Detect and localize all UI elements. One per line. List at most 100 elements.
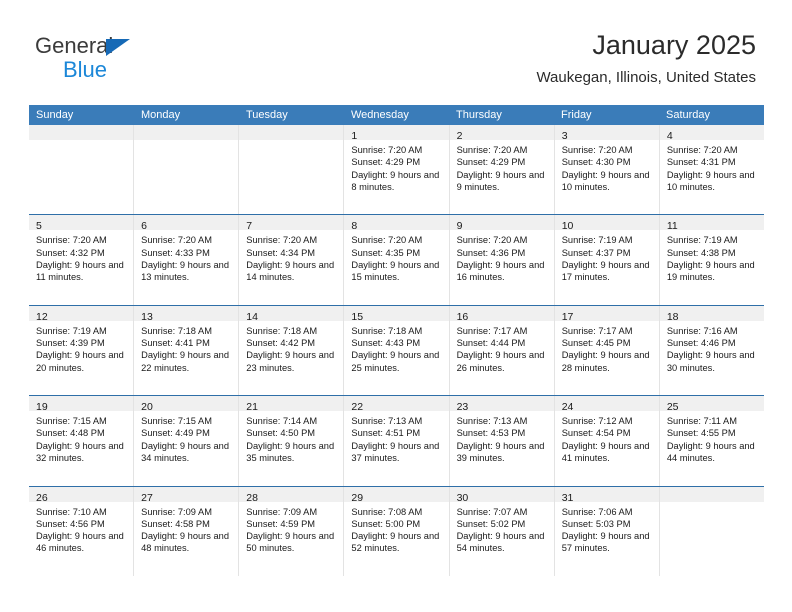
sunrise-text: Sunrise: 7:17 AM <box>561 325 633 336</box>
calendar-day-cell[interactable]: 17 Sunrise: 7:17 AM Sunset: 4:45 PM Dayligh… <box>554 305 660 396</box>
calendar-day-cell[interactable]: 30 Sunrise: 7:07 AM Sunset: 5:02 PM Dayligh… <box>449 486 555 576</box>
sunset-text: Sunset: 4:35 PM <box>351 247 421 258</box>
calendar-day-cell[interactable]: 21 Sunrise: 7:14 AM Sunset: 4:50 PM Dayligh… <box>239 396 345 486</box>
day-number: 15 <box>351 310 364 323</box>
sunrise-text: Sunrise: 7:12 AM <box>561 416 633 427</box>
page-subtitle: Waukegan, Illinois, United States <box>536 69 756 86</box>
calendar-day-cell[interactable]: 9 Sunrise: 7:20 AM Sunset: 4:36 PM Daylight… <box>449 215 555 305</box>
sunrise-text: Sunrise: 7:13 AM <box>351 416 423 427</box>
general-blue-logo[interactable]: General Blue <box>35 33 265 89</box>
sunset-text: Sunset: 4:45 PM <box>561 338 631 349</box>
calendar-day-cell[interactable]: 29 Sunrise: 7:08 AM Sunset: 5:00 PM Dayligh… <box>344 486 450 576</box>
calendar-grid: Sunday Monday Tuesday Wednesday Thursday… <box>29 105 764 576</box>
calendar-week-row: 19 Sunrise: 7:15 AM Sunset: 4:48 PM Dayligh… <box>29 395 764 486</box>
calendar-day-cell[interactable]: 26 Sunrise: 7:10 AM Sunset: 4:56 PM Dayligh… <box>29 486 135 576</box>
sunrise-text: Sunrise: 7:18 AM <box>141 325 212 336</box>
day-sun-info: Sunrise: 7:20 AM Sunset: 4:33 PM Daylight:… <box>134 230 238 283</box>
day-number: 16 <box>456 310 469 323</box>
day-number-bar: 2 <box>449 125 554 142</box>
calendar-day-cell-empty <box>134 125 240 215</box>
day-number-bar: 14 <box>239 305 344 323</box>
weekday-saturday: Saturday <box>666 109 711 121</box>
calendar-day-cell[interactable]: 12 Sunrise: 7:19 AM Sunset: 4:39 PM Dayligh… <box>29 305 135 396</box>
day-number: 22 <box>351 401 364 414</box>
calendar-day-cell[interactable]: 16 Sunrise: 7:17 AM Sunset: 4:44 PM Dayligh… <box>449 305 555 396</box>
calendar-day-cell[interactable]: 27 Sunrise: 7:09 AM Sunset: 4:58 PM Dayligh… <box>134 486 240 576</box>
calendar-day-cell[interactable]: 15 Sunrise: 7:18 AM Sunset: 4:43 PM Dayligh… <box>344 305 450 396</box>
title-block: January 2025 Waukegan, Illinois, United … <box>536 28 756 87</box>
weekday-thursday: Thursday <box>456 109 502 121</box>
calendar-day-cell[interactable]: 22 Sunrise: 7:13 AM Sunset: 4:51 PM Dayligh… <box>344 396 450 486</box>
daylight-text: Daylight: 9 hours and 14 minutes. <box>246 259 335 283</box>
calendar-day-cell[interactable]: 18 Sunrise: 7:16 AM Sunset: 4:46 PM Dayligh… <box>659 305 764 396</box>
day-number: 9 <box>456 220 463 233</box>
day-number: 5 <box>36 220 42 233</box>
calendar-day-cell[interactable]: 11 Sunrise: 7:19 AM Sunset: 4:38 PM Dayligh… <box>659 215 764 305</box>
sunset-text: Sunset: 4:59 PM <box>246 518 316 529</box>
sunset-text: Sunset: 4:53 PM <box>456 428 526 439</box>
day-number-bar: 11 <box>659 215 764 232</box>
sunset-text: Sunset: 4:44 PM <box>456 338 526 349</box>
calendar-day-cell[interactable]: 14 Sunrise: 7:18 AM Sunset: 4:42 PM Dayligh… <box>239 305 345 396</box>
sunrise-text: Sunrise: 7:20 AM <box>561 145 633 155</box>
day-number: 1 <box>351 130 358 142</box>
calendar-day-cell[interactable]: 19 Sunrise: 7:15 AM Sunset: 4:48 PM Dayligh… <box>29 396 135 486</box>
day-sun-info: Sunrise: 7:13 AM Sunset: 4:51 PM Daylight:… <box>344 411 448 464</box>
day-number-bar: 25 <box>659 396 764 413</box>
sunrise-text: Sunrise: 7:20 AM <box>141 235 212 246</box>
calendar-day-cell[interactable]: 3 Sunrise: 7:20 AM Sunset: 4:30 PM Daylight… <box>554 125 660 215</box>
day-sun-info: Sunrise: 7:09 AM Sunset: 4:59 PM Daylight:… <box>239 502 343 555</box>
calendar-day-cell[interactable]: 10 Sunrise: 7:19 AM Sunset: 4:37 PM Dayligh… <box>554 215 660 305</box>
daylight-text: Daylight: 9 hours and 16 minutes. <box>456 259 545 283</box>
day-number-bar: 23 <box>449 396 554 413</box>
calendar-week-row: 1 Sunrise: 7:20 AM Sunset: 4:29 PM Daylight… <box>29 125 764 215</box>
day-sun-info: Sunrise: 7:19 AM Sunset: 4:37 PM Daylight:… <box>555 230 659 283</box>
calendar-day-cell-empty <box>659 486 764 576</box>
day-number: 31 <box>561 491 574 504</box>
day-number-bar: 4 <box>659 125 764 142</box>
calendar-day-cell[interactable]: 1 Sunrise: 7:20 AM Sunset: 4:29 PM Daylight… <box>344 125 450 215</box>
daylight-text: Daylight: 9 hours and 57 minutes. <box>561 531 650 554</box>
day-number-bar: 27 <box>134 486 239 504</box>
day-number-bar: 12 <box>29 305 134 323</box>
calendar-day-cell[interactable]: 8 Sunrise: 7:20 AM Sunset: 4:35 PM Daylight… <box>344 215 450 305</box>
calendar-day-cell[interactable]: 2 Sunrise: 7:20 AM Sunset: 4:29 PM Daylight… <box>449 125 555 215</box>
calendar-day-cell[interactable]: 7 Sunrise: 7:20 AM Sunset: 4:34 PM Daylight… <box>239 215 345 305</box>
sunrise-text: Sunrise: 7:20 AM <box>456 235 528 246</box>
sunrise-text: Sunrise: 7:17 AM <box>456 325 528 336</box>
calendar-day-cell[interactable]: 24 Sunrise: 7:12 AM Sunset: 4:54 PM Dayligh… <box>554 396 660 486</box>
page-title: January 2025 <box>592 30 756 60</box>
calendar-day-cell[interactable]: 4 Sunrise: 7:20 AM Sunset: 4:31 PM Daylight… <box>659 125 764 215</box>
calendar-day-cell[interactable]: 6 Sunrise: 7:20 AM Sunset: 4:33 PM Daylight… <box>134 215 240 305</box>
logo-text-blue: Blue <box>63 57 108 82</box>
sunset-text: Sunset: 5:00 PM <box>351 518 421 529</box>
daylight-text: Daylight: 9 hours and 9 minutes. <box>456 169 545 192</box>
sunrise-text: Sunrise: 7:20 AM <box>36 235 107 246</box>
calendar-day-cell[interactable]: 23 Sunrise: 7:13 AM Sunset: 4:53 PM Dayligh… <box>449 396 555 486</box>
day-number: 14 <box>246 310 258 323</box>
calendar-day-cell[interactable]: 13 Sunrise: 7:18 AM Sunset: 4:41 PM Dayligh… <box>134 305 240 396</box>
day-number: 2 <box>456 130 463 142</box>
daylight-text: Daylight: 9 hours and 15 minutes. <box>351 259 440 283</box>
day-number-bar: 18 <box>659 305 764 323</box>
calendar-day-cell[interactable]: 5 Sunrise: 7:20 AM Sunset: 4:32 PM Daylight… <box>29 215 135 305</box>
sunrise-text: Sunrise: 7:08 AM <box>351 506 423 517</box>
weekday-friday: Friday <box>561 109 592 121</box>
day-sun-info: Sunrise: 7:17 AM Sunset: 4:44 PM Daylight:… <box>450 321 554 374</box>
day-number: 17 <box>561 310 574 323</box>
day-sun-info: Sunrise: 7:15 AM Sunset: 4:48 PM Daylight:… <box>29 411 133 464</box>
daylight-text: Daylight: 9 hours and 54 minutes. <box>456 531 545 554</box>
day-number: 4 <box>666 130 673 142</box>
day-sun-info: Sunrise: 7:10 AM Sunset: 4:56 PM Daylight:… <box>29 502 133 555</box>
sunset-text: Sunset: 4:56 PM <box>36 518 105 529</box>
day-number-bar: 9 <box>449 215 554 233</box>
sunrise-text: Sunrise: 7:20 AM <box>456 145 528 155</box>
day-number-bar: 30 <box>449 486 554 504</box>
calendar-day-cell[interactable]: 31 Sunrise: 7:06 AM Sunset: 5:03 PM Dayligh… <box>554 486 660 576</box>
calendar-day-cell[interactable]: 25 Sunrise: 7:11 AM Sunset: 4:55 PM Dayligh… <box>659 396 764 486</box>
calendar-day-cell[interactable]: 20 Sunrise: 7:15 AM Sunset: 4:49 PM Dayligh… <box>134 396 240 486</box>
day-number-bar <box>659 486 764 502</box>
day-number-bar: 1 <box>344 125 449 142</box>
day-number: 29 <box>351 491 364 504</box>
calendar-day-cell[interactable]: 28 Sunrise: 7:09 AM Sunset: 4:59 PM Dayligh… <box>239 486 345 576</box>
